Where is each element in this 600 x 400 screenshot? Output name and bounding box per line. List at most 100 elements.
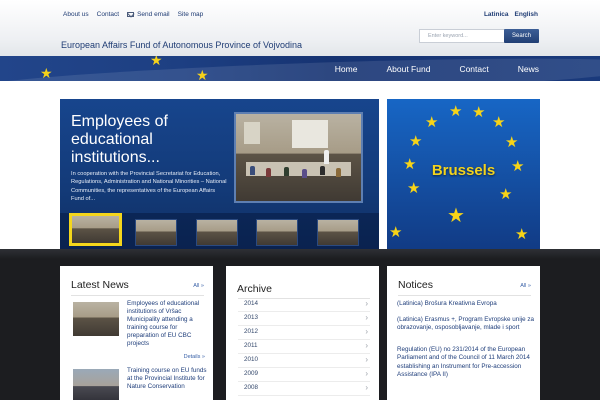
eu-star-icon: ★	[150, 56, 163, 68]
archive-year: 2009	[244, 370, 259, 377]
archive-panel: Archive 2014 › 2013 › 2012 › 2011 › 2010 › 20…	[226, 266, 379, 400]
notices-all-link[interactable]: All »	[520, 283, 531, 289]
archive-year: 2010	[244, 356, 259, 363]
notices-heading: Notices	[398, 279, 434, 291]
eu-star-icon: ★	[447, 205, 465, 227]
search-button[interactable]: Search	[504, 29, 539, 43]
notice-link[interactable]: (Latinica) Brošura Kreativna Evropa	[397, 300, 535, 308]
eu-star-icon: ★	[425, 114, 439, 131]
send-email-link[interactable]: Send email	[127, 11, 170, 18]
person-figure	[324, 150, 329, 164]
news-thumbnail[interactable]	[73, 302, 119, 336]
chevron-right-icon: ›	[365, 369, 368, 378]
thumb-photo	[72, 216, 119, 243]
eu-star-icon: ★	[409, 133, 423, 150]
archive-year: 2013	[244, 314, 259, 321]
thumb-photo	[318, 220, 358, 245]
screen-decoration	[292, 120, 328, 148]
archive-year-row[interactable]: 2010 ›	[238, 355, 370, 368]
latest-news-heading: Latest News	[71, 279, 129, 291]
slider-thumb-active[interactable]	[69, 213, 122, 246]
lang-latinica[interactable]: Latinica	[484, 11, 509, 18]
nav-about-fund[interactable]: About Fund	[357, 64, 430, 74]
language-switcher: Latinica English	[484, 11, 538, 18]
thumb-photo	[73, 302, 119, 336]
lang-english[interactable]: English	[515, 11, 538, 18]
poster-decoration	[244, 122, 260, 144]
nav-links: Home About Fund Contact News	[306, 56, 539, 81]
nav-contact[interactable]: Contact	[430, 64, 488, 74]
slider-thumb[interactable]	[196, 219, 238, 246]
chevron-right-icon: ›	[365, 299, 368, 308]
archive-year-row[interactable]: 2011 ›	[238, 341, 370, 354]
eu-star-icon: ★	[407, 180, 421, 197]
slide-text: In cooperation with the Provincial Secre…	[71, 171, 227, 203]
person-figure	[336, 168, 341, 177]
brussels-banner[interactable]: ★ ★ ★ ★ ★ ★ ★ ★ ★ ★ ★ ★ ★ Brussels	[387, 99, 540, 249]
eu-star-icon: ★	[449, 103, 463, 120]
banner-label: Brussels	[431, 162, 496, 179]
chevron-right-icon: ›	[365, 313, 368, 322]
archive-year-row[interactable]: 2012 ›	[238, 327, 370, 340]
chevron-right-icon: ›	[365, 383, 368, 392]
divider	[71, 295, 204, 296]
archive-year: 2011	[244, 342, 258, 349]
chevron-right-icon: ›	[365, 327, 368, 336]
envelope-icon	[127, 12, 135, 17]
archive-year-row[interactable]: 2009 ›	[238, 369, 370, 382]
main-nav: ★ ★ ★ Home About Fund Contact News	[0, 56, 600, 81]
thumb-photo	[136, 220, 176, 245]
person-figure	[320, 166, 325, 175]
notice-link[interactable]: (Latinica) Erasmus +, Program Evropske u…	[397, 316, 535, 333]
slider-thumbnails	[60, 213, 379, 249]
thumb-photo	[73, 369, 119, 400]
site-map-link[interactable]: Site map	[178, 11, 204, 18]
person-figure	[250, 166, 255, 175]
archive-heading: Archive	[237, 283, 273, 295]
person-figure	[302, 169, 307, 178]
news-thumbnail[interactable]	[73, 369, 119, 400]
news-details-link[interactable]: Details »	[184, 354, 205, 360]
eu-star-icon: ★	[505, 134, 519, 151]
send-email-label: Send email	[137, 11, 170, 18]
contact-link[interactable]: Contact	[97, 11, 119, 18]
nav-news[interactable]: News	[489, 64, 539, 74]
eu-star-icon: ★	[196, 67, 209, 81]
news-title[interactable]: Training course on EU funds at the Provi…	[127, 367, 209, 391]
person-figure	[284, 167, 289, 176]
search-input[interactable]: Enter keyword...	[419, 29, 505, 43]
nav-home[interactable]: Home	[306, 64, 358, 74]
eu-star-icon: ★	[472, 104, 486, 121]
archive-year: 2014	[244, 300, 259, 307]
news-slider: Employees of educational institutions...…	[60, 99, 379, 249]
eu-star-icon: ★	[515, 226, 529, 243]
slide-photo[interactable]	[234, 112, 363, 203]
eu-star-icon: ★	[499, 186, 513, 203]
slide-title[interactable]: Employees of educational institutions...	[71, 113, 221, 167]
latest-news-all-link[interactable]: All »	[193, 283, 204, 289]
archive-year-row[interactable]: 2014 ›	[238, 299, 370, 312]
thumb-photo	[197, 220, 237, 245]
slider-thumb[interactable]	[256, 219, 298, 246]
eu-star-icon: ★	[492, 114, 506, 131]
top-links: About us Contact Send email Site map	[63, 11, 203, 18]
archive-year: 2008	[244, 384, 259, 391]
archive-year: 2012	[244, 328, 259, 335]
latest-news-panel: Latest News All » Employees of education…	[60, 266, 213, 400]
slider-thumb[interactable]	[317, 219, 359, 246]
chevron-right-icon: ›	[365, 341, 368, 350]
notices-panel: Notices All » (Latinica) Brošura Kreativ…	[387, 266, 540, 400]
archive-year-row[interactable]: 2013 ›	[238, 313, 370, 326]
thumb-photo	[257, 220, 297, 245]
slider-thumb[interactable]	[135, 219, 177, 246]
about-us-link[interactable]: About us	[63, 11, 89, 18]
eu-star-icon: ★	[40, 65, 53, 81]
notice-link[interactable]: Regulation (EU) no 231/2014 of the Europ…	[397, 346, 535, 380]
site-title[interactable]: European Affairs Fund of Autonomous Prov…	[61, 40, 302, 50]
news-title[interactable]: Employees of educational institutions of…	[127, 300, 209, 348]
eu-star-icon: ★	[389, 224, 403, 241]
bottom-shade	[0, 249, 600, 259]
archive-year-row[interactable]: 2008 ›	[238, 383, 370, 396]
header: About us Contact Send email Site map Lat…	[0, 0, 600, 56]
page: About us Contact Send email Site map Lat…	[0, 0, 600, 400]
